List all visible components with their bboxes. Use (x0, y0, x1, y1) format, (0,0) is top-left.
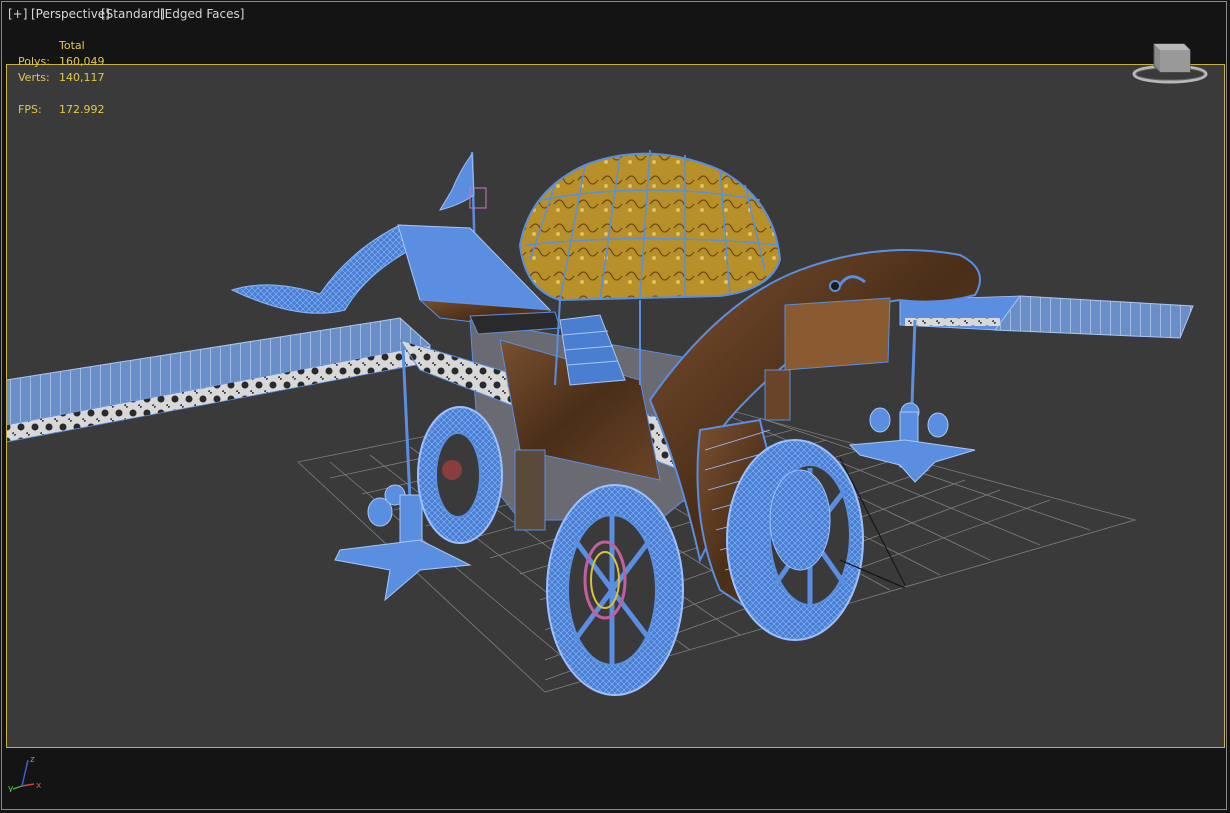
viewport-plus-menu[interactable]: [+] (8, 7, 27, 21)
wheel-back-left (417, 406, 503, 544)
viewport-view-menu[interactable]: [Perspective] (31, 7, 110, 21)
stats-header: Total (59, 39, 85, 52)
stats-polys-value: 160,049 (59, 55, 105, 68)
axis-z-label: z (30, 755, 35, 765)
axis-x-label: x (36, 781, 42, 791)
scene-render[interactable] (0, 0, 1230, 813)
viewport-edged-faces-menu[interactable]: [Edged Faces] (160, 7, 244, 21)
viewport[interactable]: [+] [Perspective] [Standard] [Edged Face… (0, 0, 1230, 813)
viewport-shading-menu[interactable]: [Standard] (101, 7, 165, 21)
stats-fps-value: 172.992 (59, 103, 105, 116)
stats-fps-label: FPS: (18, 103, 42, 116)
stats-verts-value: 140,117 (59, 71, 105, 84)
axis-tripod-icon: z x y (8, 755, 42, 792)
viewcube-icon[interactable] (1132, 38, 1208, 86)
wheel-front-right (726, 439, 864, 641)
axis-y-label: y (8, 784, 14, 792)
serpent-tail (230, 224, 411, 314)
stats-verts-label: Verts: (18, 71, 50, 84)
propeller-right (848, 402, 976, 483)
stats-polys-label: Polys: (18, 55, 50, 68)
wheel-front-left (546, 484, 684, 696)
